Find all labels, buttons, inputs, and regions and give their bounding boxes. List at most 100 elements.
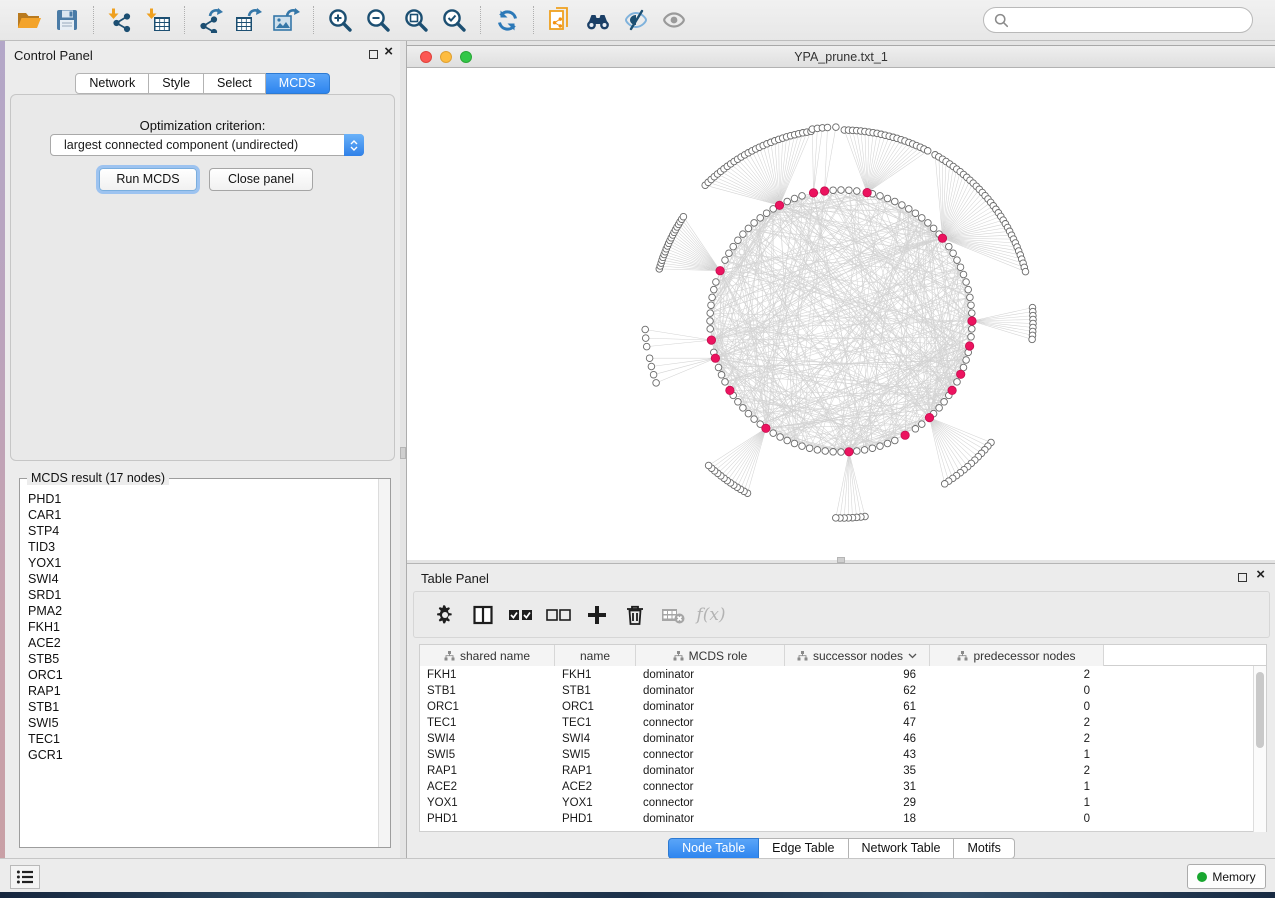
mcds-result-item[interactable]: STB1 bbox=[28, 699, 63, 715]
delete-table-icon bbox=[658, 600, 688, 630]
column-header-successor-nodes[interactable]: successor nodes bbox=[785, 645, 930, 666]
close-table-panel-icon[interactable]: × bbox=[1256, 567, 1265, 582]
memory-button[interactable]: Memory bbox=[1187, 864, 1266, 889]
mcds-result-item[interactable]: STP4 bbox=[28, 523, 63, 539]
table-row[interactable]: FKH1 FKH1 dominator 96 2 bbox=[420, 667, 1266, 683]
mcds-result-scrollbar[interactable] bbox=[378, 479, 390, 847]
tab-network[interactable]: Network bbox=[75, 73, 149, 94]
network-window-titlebar[interactable]: YPA_prune.txt_1 bbox=[407, 46, 1275, 68]
network-graph[interactable] bbox=[407, 68, 1275, 560]
table-row[interactable]: ACE2 ACE2 connector 31 1 bbox=[420, 779, 1266, 795]
run-mcds-button[interactable]: Run MCDS bbox=[99, 168, 197, 191]
mcds-result-item[interactable]: RAP1 bbox=[28, 683, 63, 699]
mcds-result-item[interactable]: PHD1 bbox=[28, 491, 63, 507]
tab-network-table[interactable]: Network Table bbox=[849, 838, 955, 859]
export-table-icon[interactable] bbox=[232, 5, 266, 35]
column-header-name[interactable]: name bbox=[555, 645, 636, 666]
dropdown-stepper-icon bbox=[344, 134, 364, 156]
table-row[interactable]: ORC1 ORC1 dominator 61 0 bbox=[420, 699, 1266, 715]
table-row[interactable]: SWI4 SWI4 dominator 46 2 bbox=[420, 731, 1266, 747]
mcds-result-item[interactable]: FKH1 bbox=[28, 619, 63, 635]
close-panel-icon[interactable]: × bbox=[384, 44, 393, 59]
table-row[interactable]: PHD1 PHD1 dominator 18 0 bbox=[420, 811, 1266, 827]
tab-select[interactable]: Select bbox=[204, 73, 266, 94]
open-file-icon[interactable] bbox=[12, 5, 46, 35]
table-options-gear-icon[interactable] bbox=[430, 600, 460, 630]
zoom-selected-icon[interactable] bbox=[437, 5, 471, 35]
network-canvas[interactable] bbox=[407, 68, 1275, 560]
table-row[interactable]: RAP1 RAP1 dominator 35 2 bbox=[420, 763, 1266, 779]
table-panel-titlebar: Table Panel × bbox=[407, 564, 1275, 590]
mcds-result-item[interactable]: ORC1 bbox=[28, 667, 63, 683]
zoom-out-icon[interactable] bbox=[361, 5, 395, 35]
deselect-all-rows-icon[interactable] bbox=[544, 600, 574, 630]
close-panel-button[interactable]: Close panel bbox=[209, 168, 313, 191]
hide-graphics-details-icon[interactable] bbox=[619, 5, 653, 35]
table-scrollbar[interactable] bbox=[1253, 666, 1266, 832]
column-header-predecessor-nodes[interactable]: predecessor nodes bbox=[930, 645, 1104, 666]
table-row[interactable]: YOX1 YOX1 connector 29 1 bbox=[420, 795, 1266, 811]
mcds-result-item[interactable]: SRD1 bbox=[28, 587, 63, 603]
column-header-shared-name[interactable]: shared name bbox=[420, 645, 555, 666]
main-toolbar bbox=[0, 0, 1275, 41]
import-table-icon[interactable] bbox=[141, 5, 175, 35]
export-image-icon[interactable] bbox=[270, 5, 304, 35]
table-row[interactable]: TEC1 TEC1 connector 47 2 bbox=[420, 715, 1266, 731]
optimization-criterion-label: Optimization criterion: bbox=[11, 118, 394, 133]
chevron-down-icon bbox=[908, 653, 917, 659]
mcds-result-item[interactable]: YOX1 bbox=[28, 555, 63, 571]
toolbar-separator bbox=[533, 6, 534, 34]
mcds-result-item[interactable]: CAR1 bbox=[28, 507, 63, 523]
mcds-result-item[interactable]: TEC1 bbox=[28, 731, 63, 747]
mcds-result-item[interactable]: PMA2 bbox=[28, 603, 63, 619]
node-table-header: shared namenameMCDS rolesuccessor nodesp… bbox=[420, 645, 1266, 666]
criterion-dropdown[interactable]: largest connected component (undirected) bbox=[50, 134, 364, 156]
export-network-icon[interactable] bbox=[194, 5, 228, 35]
import-network-icon[interactable] bbox=[103, 5, 137, 35]
table-panel: Table Panel × f(x) shared namenameMCDS r… bbox=[407, 563, 1275, 858]
network-window-title: YPA_prune.txt_1 bbox=[407, 50, 1275, 64]
save-session-icon[interactable] bbox=[50, 5, 84, 35]
mcds-result-item[interactable]: TID3 bbox=[28, 539, 63, 555]
show-graphics-details-icon[interactable] bbox=[657, 5, 691, 35]
table-row[interactable]: SWI5 SWI5 connector 43 1 bbox=[420, 747, 1266, 763]
mcds-result-item[interactable]: SWI5 bbox=[28, 715, 63, 731]
tab-style[interactable]: Style bbox=[149, 73, 204, 94]
panel-menu-button[interactable] bbox=[10, 865, 40, 889]
search-box[interactable] bbox=[983, 7, 1253, 33]
search-network-icon[interactable] bbox=[581, 5, 615, 35]
float-window-icon[interactable] bbox=[369, 50, 378, 59]
add-row-icon[interactable] bbox=[582, 600, 612, 630]
desktop-wallpaper-bottom bbox=[0, 892, 1275, 898]
column-header-MCDS-role[interactable]: MCDS role bbox=[636, 645, 785, 666]
search-icon bbox=[994, 13, 1009, 28]
tab-mcds[interactable]: MCDS bbox=[266, 73, 330, 94]
refresh-icon[interactable] bbox=[490, 5, 524, 35]
tab-edge-table[interactable]: Edge Table bbox=[759, 838, 848, 859]
control-panel-tabs: NetworkStyleSelectMCDS bbox=[5, 73, 400, 94]
memory-status-icon bbox=[1197, 872, 1207, 882]
select-all-rows-icon[interactable] bbox=[506, 600, 536, 630]
mcds-result-item[interactable]: GCR1 bbox=[28, 747, 63, 763]
mcds-result-item[interactable]: ACE2 bbox=[28, 635, 63, 651]
function-builder-icon: f(x) bbox=[696, 600, 726, 630]
status-bar: Memory bbox=[0, 858, 1275, 892]
zoom-fit-icon[interactable] bbox=[399, 5, 433, 35]
float-table-panel-icon[interactable] bbox=[1238, 573, 1247, 582]
zoom-in-icon[interactable] bbox=[323, 5, 357, 35]
show-columns-icon[interactable] bbox=[468, 600, 498, 630]
search-input[interactable] bbox=[1015, 13, 1242, 28]
tab-motifs[interactable]: Motifs bbox=[954, 838, 1014, 859]
control-panel-title: Control Panel bbox=[14, 48, 93, 63]
mcds-result-item[interactable]: SWI4 bbox=[28, 571, 63, 587]
node-table: shared namenameMCDS rolesuccessor nodesp… bbox=[419, 644, 1267, 832]
mcds-result-title: MCDS result (17 nodes) bbox=[27, 471, 169, 485]
list-icon bbox=[16, 869, 34, 885]
mcds-tab-content: Optimization criterion: largest connecte… bbox=[10, 94, 395, 461]
tab-node-table[interactable]: Node Table bbox=[668, 838, 759, 859]
delete-rows-icon[interactable] bbox=[620, 600, 650, 630]
table-row[interactable]: STB1 STB1 dominator 62 0 bbox=[420, 683, 1266, 699]
share-document-icon[interactable] bbox=[543, 5, 577, 35]
table-scrollbar-thumb[interactable] bbox=[1256, 672, 1264, 748]
mcds-result-item[interactable]: STB5 bbox=[28, 651, 63, 667]
